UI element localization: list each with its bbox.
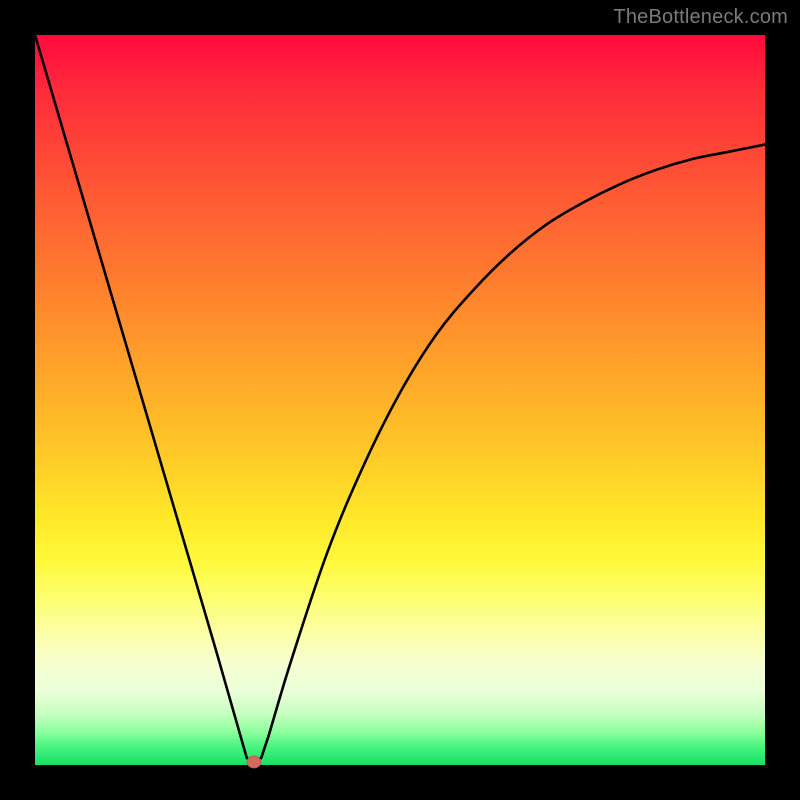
plot-area <box>35 35 765 765</box>
bottleneck-curve <box>35 35 765 765</box>
minimum-marker <box>247 756 261 768</box>
watermark-text: TheBottleneck.com <box>613 6 788 29</box>
curve-svg <box>35 35 765 765</box>
chart-frame: TheBottleneck.com <box>0 0 800 800</box>
